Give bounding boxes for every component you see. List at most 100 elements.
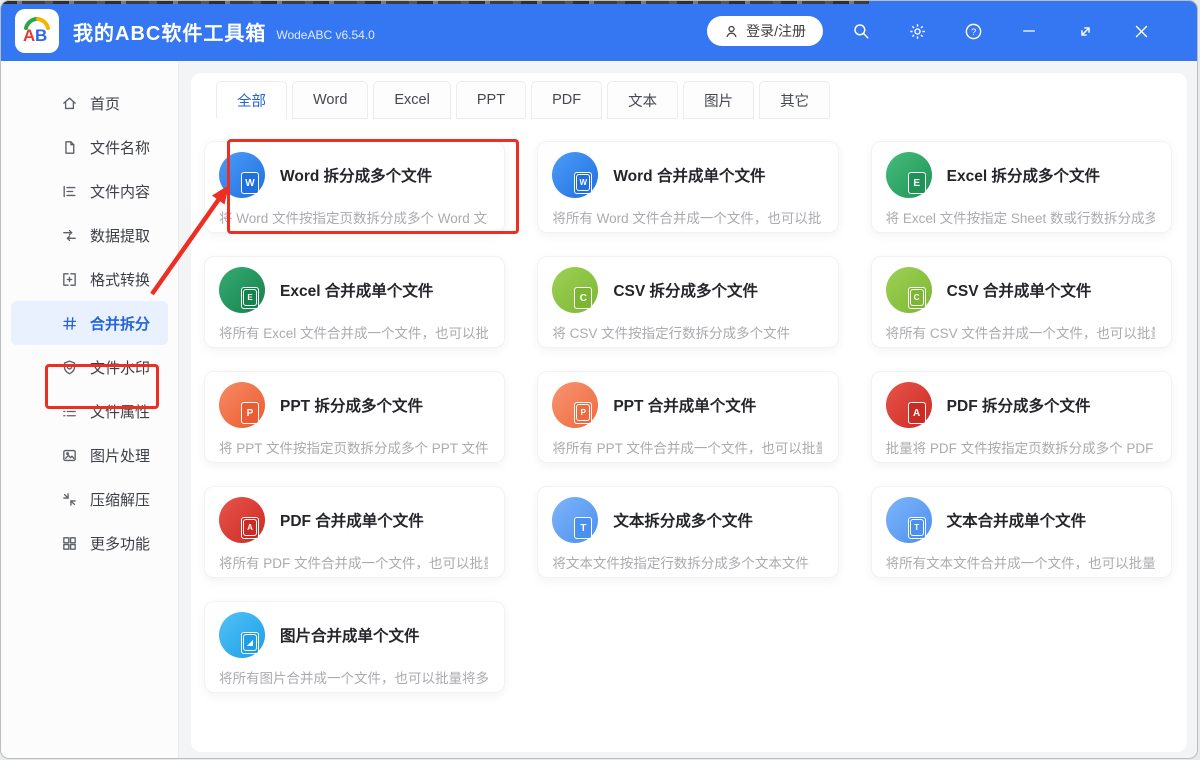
sidebar-item-more[interactable]: 更多功能 <box>11 521 168 565</box>
tool-card-grid: W Word 拆分成多个文件 将 Word 文件按指定页数拆分成多个 Word … <box>204 141 1172 693</box>
tool-card[interactable]: W Word 拆分成多个文件 将 Word 文件按指定页数拆分成多个 Word … <box>204 141 506 233</box>
settings-gear-icon[interactable] <box>889 11 945 51</box>
sidebar-item-label: 文件内容 <box>90 183 151 201</box>
sidebar-item-home[interactable]: 首页 <box>11 81 168 125</box>
tool-card-description: 批量将 PDF 文件按指定页数拆分成多个 PDF 文件 <box>885 441 1155 456</box>
sidebar-item-extract[interactable]: 数据提取 <box>11 213 168 257</box>
tab-PPT[interactable]: PPT <box>455 81 527 119</box>
tool-icon: ◢ <box>219 612 265 658</box>
tool-card-title: PPT 拆分成多个文件 <box>280 398 423 415</box>
sidebar-item-label: 首页 <box>90 95 121 113</box>
resize-icon[interactable] <box>1057 11 1113 51</box>
compress-icon <box>63 492 76 506</box>
tool-card-description: 将 PPT 文件按指定页数拆分成多个 PPT 文件 <box>219 441 489 456</box>
tool-icon: E <box>885 152 932 198</box>
tool-icon: C <box>552 267 599 313</box>
tab-label: Excel <box>394 92 430 108</box>
sidebar-item-label: 合并拆分 <box>90 315 151 333</box>
sidebar-item-mergesplit[interactable]: 合并拆分 <box>11 301 168 345</box>
tool-card-description: 将所有 CSV 文件合并成一个文件，也可以批量将多 <box>885 326 1155 341</box>
sidebar-item-content[interactable]: 文件内容 <box>11 169 168 213</box>
tool-card[interactable]: W Word 合并成单个文件 将所有 Word 文件合并成一个文件，也可以批量将… <box>537 141 839 233</box>
tool-card[interactable]: C CSV 合并成单个文件 将所有 CSV 文件合并成一个文件，也可以批量将多 <box>870 256 1172 348</box>
tab-label: 其它 <box>780 93 810 110</box>
tab-Excel[interactable]: Excel <box>373 81 451 119</box>
sidebar-item-watermark[interactable]: 文件水印 <box>11 345 168 389</box>
minimize-icon[interactable] <box>1001 11 1057 51</box>
tool-icon: T <box>552 497 599 543</box>
tool-card-description: 将所有 PPT 文件合并成一个文件，也可以批量将多 <box>552 441 821 456</box>
user-icon <box>726 25 737 37</box>
tool-card[interactable]: A PDF 合并成单个文件 将所有 PDF 文件合并成一个文件，也可以批量将多 <box>204 486 506 578</box>
tool-card-title: Excel 合并成单个文件 <box>280 283 434 300</box>
search-icon[interactable] <box>833 11 889 51</box>
tab-其它[interactable]: 其它 <box>759 81 831 119</box>
sidebar-item-label: 格式转换 <box>90 271 151 289</box>
tool-card-description: 将 Excel 文件按指定 Sheet 数或行数拆分成多个 Exc <box>885 211 1155 226</box>
tool-icon: E <box>219 267 265 313</box>
tab-PDF[interactable]: PDF <box>531 81 603 119</box>
sidebar-item-attrs[interactable]: 文件属性 <box>11 389 168 433</box>
home-icon <box>63 97 76 109</box>
tab-全部[interactable]: 全部 <box>216 81 287 119</box>
close-icon[interactable] <box>1113 11 1169 51</box>
sidebar-item-label: 文件水印 <box>90 359 151 377</box>
help-icon[interactable]: ? <box>945 11 1001 51</box>
tool-card-description: 将所有 PDF 文件合并成一个文件，也可以批量将多 <box>219 556 488 571</box>
sidebar-nav: 首页 文件名称 文件内容 数据提取 格式转换 合并拆分 文件水印 文件属性 图片… <box>1 61 179 758</box>
tool-card-description: 将所有文本文件合并成一个文件，也可以批量将多 <box>885 556 1155 571</box>
tool-card[interactable]: E Excel 合并成单个文件 将所有 Excel 文件合并成一个文件，也可以批… <box>204 256 506 348</box>
desktop-edge-artifact <box>1 1 869 4</box>
tool-card-title: Word 拆分成多个文件 <box>280 168 433 185</box>
app-version: WodeABC v6.54.0 <box>276 27 375 42</box>
tab-label: Word <box>313 92 348 108</box>
svg-text:B: B <box>35 26 47 45</box>
sidebar-item-filename[interactable]: 文件名称 <box>11 125 168 169</box>
sidebar-item-compress[interactable]: 压缩解压 <box>11 477 168 521</box>
tool-card[interactable]: P PPT 合并成单个文件 将所有 PPT 文件合并成一个文件，也可以批量将多 <box>537 371 839 463</box>
filename-icon <box>65 140 75 154</box>
tool-card-title: Word 合并成单个文件 <box>613 168 766 185</box>
tab-Word[interactable]: Word <box>292 81 369 119</box>
title-bar: A B 我的ABC软件工具箱 WodeABC v6.54.0 登录/注册 ? <box>1 1 1197 61</box>
sidebar-item-image[interactable]: 图片处理 <box>11 433 168 477</box>
tab-label: 图片 <box>704 93 734 110</box>
attrs-icon <box>63 406 76 416</box>
sidebar-item-label: 压缩解压 <box>90 491 151 509</box>
tool-icon: W <box>552 152 599 198</box>
tool-card-description: 将 Word 文件按指定页数拆分成多个 Word 文件 <box>219 211 489 226</box>
tool-card-title: PDF 拆分成多个文件 <box>946 398 1091 415</box>
tab-label: PPT <box>476 92 506 108</box>
tool-card[interactable]: ◢ 图片合并成单个文件 将所有图片合并成一个文件，也可以批量将多个文件 <box>204 601 506 693</box>
tool-card-description: 将所有图片合并成一个文件，也可以批量将多个文件 <box>219 671 489 686</box>
tool-card-title: 图片合并成单个文件 <box>280 628 420 645</box>
tool-icon: W <box>219 152 265 198</box>
tool-card[interactable]: T 文本合并成单个文件 将所有文本文件合并成一个文件，也可以批量将多 <box>870 486 1172 578</box>
app-title: 我的ABC软件工具箱 <box>73 22 267 45</box>
tab-label: 全部 <box>237 93 266 110</box>
tool-card[interactable]: P PPT 拆分成多个文件 将 PPT 文件按指定页数拆分成多个 PPT 文件 <box>204 371 506 463</box>
tool-card[interactable]: E Excel 拆分成多个文件 将 Excel 文件按指定 Sheet 数或行数… <box>870 141 1172 233</box>
tool-card-description: 将 CSV 文件按指定行数拆分成多个文件 <box>552 326 791 341</box>
tool-icon: A <box>885 382 932 428</box>
tab-文本[interactable]: 文本 <box>607 81 679 119</box>
svg-text:?: ? <box>970 26 975 37</box>
tool-icon: A <box>219 497 265 543</box>
main-panel: 全部 Word Excel PPT PDF 文本 图片 其它 W Word 拆分… <box>191 73 1187 752</box>
sidebar-item-label: 数据提取 <box>90 227 151 245</box>
tab-label: 文本 <box>628 93 658 110</box>
watermark-icon <box>63 359 76 374</box>
tool-card-title: 文本合并成单个文件 <box>946 513 1087 530</box>
tool-card[interactable]: A PDF 拆分成多个文件 批量将 PDF 文件按指定页数拆分成多个 PDF 文… <box>870 371 1172 463</box>
mergesplit-icon <box>63 316 77 330</box>
image-icon <box>63 449 76 461</box>
tab-图片[interactable]: 图片 <box>683 81 755 119</box>
tab-label: PDF <box>552 92 582 108</box>
extract-icon <box>63 229 76 241</box>
tool-card-description: 将所有 Word 文件合并成一个文件，也可以批量将多 <box>552 211 822 226</box>
tool-card[interactable]: T 文本拆分成多个文件 将文本文件按指定行数拆分成多个文本文件 <box>537 486 839 578</box>
login-register-button[interactable]: 登录/注册 <box>707 16 823 46</box>
svg-text:A: A <box>23 26 35 45</box>
sidebar-item-convert[interactable]: 格式转换 <box>11 257 168 301</box>
tool-card[interactable]: C CSV 拆分成多个文件 将 CSV 文件按指定行数拆分成多个文件 <box>537 256 839 348</box>
